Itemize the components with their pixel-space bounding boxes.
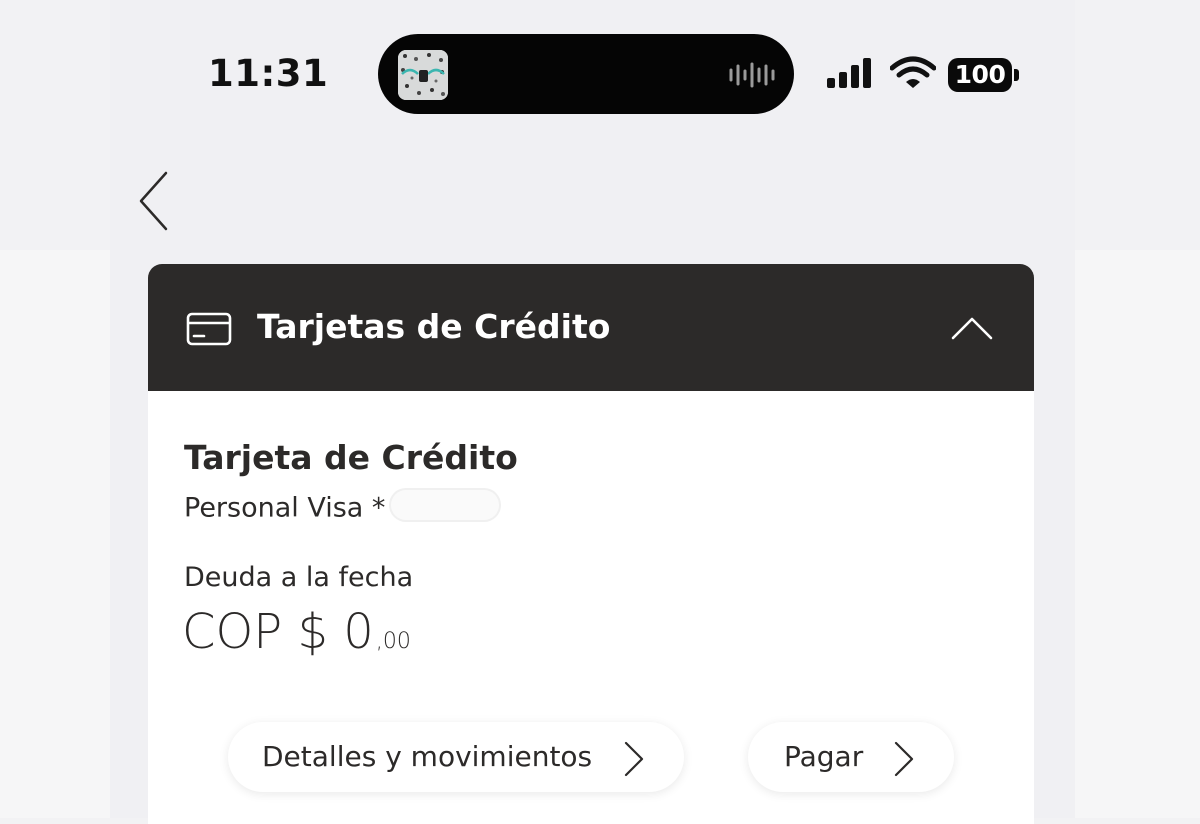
wifi-icon (889, 56, 937, 94)
details-and-movements-button[interactable]: Detalles y movimientos (228, 722, 684, 792)
debt-amount: COP $ 0,00 (182, 604, 411, 660)
cellular-signal-icon (826, 56, 876, 94)
masked-card-number (389, 488, 502, 522)
back-button[interactable] (128, 166, 188, 236)
product-subtitle: Personal Visa * (184, 488, 502, 526)
credit-card-icon (186, 312, 232, 350)
credit-cards-card: Tarjetas de Crédito Tarjeta de Crédito P… (148, 264, 1034, 824)
debt-amount-cents: ,00 (375, 629, 411, 654)
app-thumbnail-icon[interactable] (398, 50, 448, 100)
section-header[interactable]: Tarjetas de Crédito (148, 264, 1034, 391)
background-right (1075, 250, 1200, 818)
background-left (0, 250, 110, 818)
product-title: Tarjeta de Crédito (184, 438, 518, 477)
section-title: Tarjetas de Crédito (257, 307, 611, 346)
chevron-up-icon[interactable] (950, 312, 994, 346)
chevron-left-icon (139, 171, 168, 231)
battery-cap (1014, 69, 1019, 81)
dynamic-island[interactable] (378, 34, 794, 114)
audio-waveform-icon (728, 62, 776, 92)
pay-button-label: Pagar (784, 740, 864, 773)
status-time: 11:31 (208, 52, 329, 95)
pay-button[interactable]: Pagar (748, 722, 954, 792)
battery-indicator: 100 (948, 58, 1012, 92)
chevron-right-icon (892, 740, 916, 782)
debt-label: Deuda a la fecha (184, 562, 414, 593)
chevron-right-icon (622, 740, 646, 782)
details-button-label: Detalles y movimientos (262, 740, 593, 773)
product-subtitle-text: Personal Visa * (184, 492, 386, 524)
debt-amount-main: COP $ 0 (182, 604, 374, 660)
